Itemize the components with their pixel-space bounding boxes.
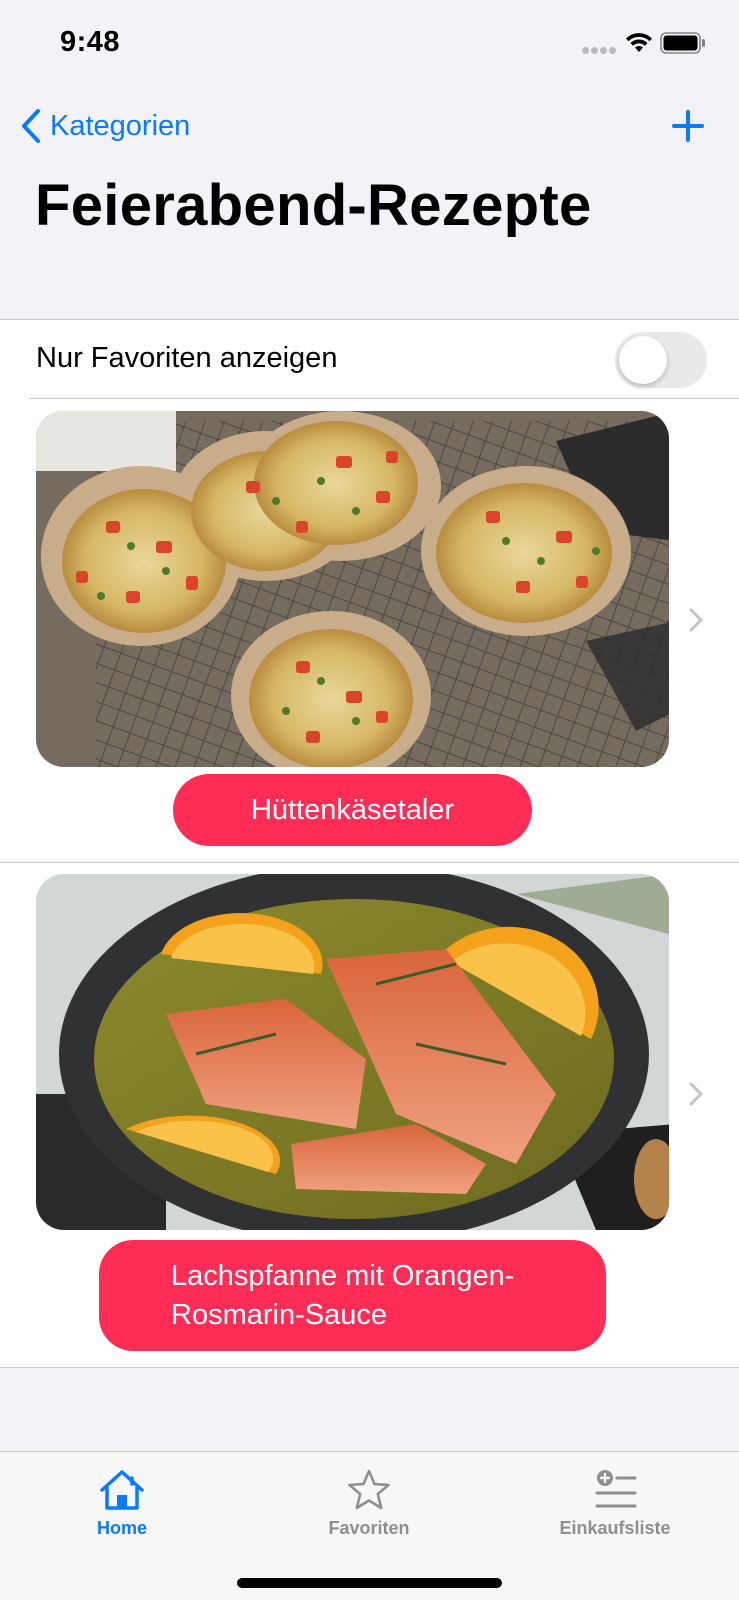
tab-einkaufsliste-label: Einkaufsliste <box>559 1518 671 1538</box>
list-add-icon <box>595 1470 637 1508</box>
salmon-pan-photo <box>36 874 669 1230</box>
back-button-label: Kategorien <box>50 109 191 142</box>
house-icon <box>100 1470 144 1510</box>
chevron-left-icon <box>22 109 40 143</box>
cottage-cheese-patties-photo <box>36 411 669 767</box>
recipe-title-line-1: Lachspfanne mit Orangen- <box>171 1259 515 1292</box>
favorites-filter-row: Nur Favoriten anzeigen <box>0 320 739 398</box>
recipe-button-huettenkaesetaler[interactable]: Hüttenkäsetaler <box>173 774 532 846</box>
recipe-title-line-2: Rosmarin-Sauce <box>171 1298 387 1331</box>
battery-icon <box>660 32 705 54</box>
home-indicator <box>237 1578 502 1588</box>
tab-favoriten[interactable]: Favoriten <box>284 1468 454 1558</box>
tab-favoriten-label: Favoriten <box>328 1518 410 1538</box>
star-icon <box>348 1469 390 1510</box>
tab-einkaufsliste[interactable]: Einkaufsliste <box>530 1468 700 1558</box>
cellular-signal-icon <box>582 47 618 55</box>
add-icon[interactable] <box>668 106 708 146</box>
back-button[interactable]: Kategorien <box>20 104 190 148</box>
wifi-icon <box>626 33 652 52</box>
favorites-toggle[interactable] <box>615 332 707 388</box>
favorites-filter-label: Nur Favoriten anzeigen <box>36 342 338 374</box>
page-title: Feierabend-Rezepte <box>35 173 592 238</box>
toggle-knob <box>619 336 667 384</box>
chevron-right-icon <box>689 608 703 632</box>
status-bar: 9:48 <box>0 0 739 90</box>
tab-home[interactable]: Home <box>37 1468 207 1558</box>
recipe-button-lachspfanne[interactable]: Lachspfanne mit Orangen- Rosmarin-Sauce <box>99 1240 606 1351</box>
tab-home-label: Home <box>96 1518 147 1538</box>
recipe-list: Nur Favoriten anzeigen Hüttenkäsetaler L… <box>0 319 739 1368</box>
chevron-right-icon <box>689 1082 703 1106</box>
recipe-title: Hüttenkäsetaler <box>250 793 455 826</box>
status-time: 9:48 <box>60 26 121 58</box>
recipe-row-lachspfanne[interactable]: Lachspfanne mit Orangen- Rosmarin-Sauce <box>0 863 739 1368</box>
